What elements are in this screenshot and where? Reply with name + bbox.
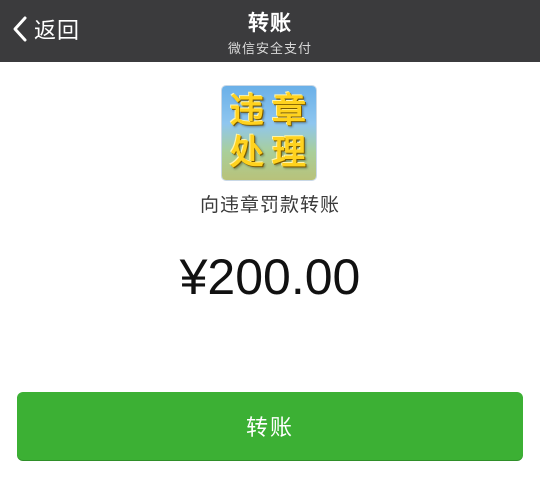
transfer-amount: ¥200.00 — [179, 249, 361, 305]
logo-char: 处 — [230, 133, 264, 173]
payee-logo: 违 章 处 理 — [222, 86, 316, 180]
logo-char: 章 — [272, 91, 306, 131]
navbar: 返回 转账 微信安全支付 — [0, 0, 540, 62]
transfer-button[interactable]: 转账 — [17, 392, 523, 460]
logo-char: 违 — [230, 91, 264, 131]
logo-char: 理 — [272, 133, 306, 173]
page-subtitle: 微信安全支付 — [227, 42, 312, 57]
payee-name: 向违章罚款转账 — [199, 194, 340, 216]
page-title: 转账 — [248, 11, 292, 35]
